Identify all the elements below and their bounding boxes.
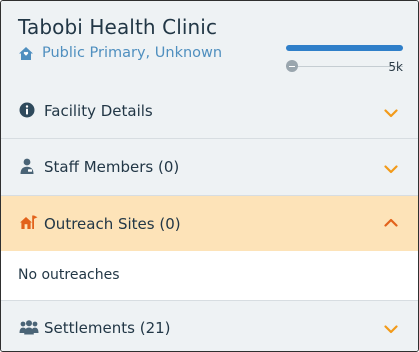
meter-max-label: 5k — [388, 60, 403, 74]
facility-type-label: Public Primary, Unknown — [42, 45, 223, 61]
section-label: Facility Details — [44, 102, 153, 120]
facility-panel: Tabobi Health Clinic Public Primary, Unk… — [0, 0, 419, 352]
capacity-meter: 5k — [286, 45, 403, 74]
section-label: Settlements (21) — [44, 319, 171, 337]
group-icon — [19, 320, 39, 335]
person-icon — [20, 158, 34, 174]
section-settlements[interactable]: Settlements (21) — [1, 301, 418, 351]
home-icon — [19, 46, 33, 60]
facility-type: Public Primary, Unknown — [18, 45, 222, 61]
chevron-down-icon[interactable] — [384, 325, 398, 334]
chevron-up-icon[interactable] — [384, 218, 398, 227]
section-label: Staff Members (0) — [44, 158, 180, 176]
chevron-down-icon[interactable] — [384, 109, 398, 118]
empty-message: No outreaches — [18, 267, 120, 283]
capacity-bar — [286, 45, 403, 51]
info-icon — [19, 102, 35, 118]
capacity-bar-fill — [286, 45, 403, 51]
facility-header: Tabobi Health Clinic Public Primary, Unk… — [1, 1, 418, 84]
facility-name: Tabobi Health Clinic — [18, 15, 218, 39]
section-outreach-sites[interactable]: Outreach Sites (0) — [1, 196, 418, 251]
section-staff-members[interactable]: Staff Members (0) — [1, 139, 418, 196]
meter-scale-line — [286, 66, 403, 67]
chevron-down-icon[interactable] — [384, 165, 398, 174]
minus-icon[interactable] — [286, 60, 298, 72]
section-label: Outreach Sites (0) — [44, 215, 181, 233]
outreach-list-empty: No outreaches — [1, 251, 418, 301]
section-facility-details[interactable]: Facility Details — [1, 83, 418, 139]
outreach-house-icon — [20, 215, 38, 229]
